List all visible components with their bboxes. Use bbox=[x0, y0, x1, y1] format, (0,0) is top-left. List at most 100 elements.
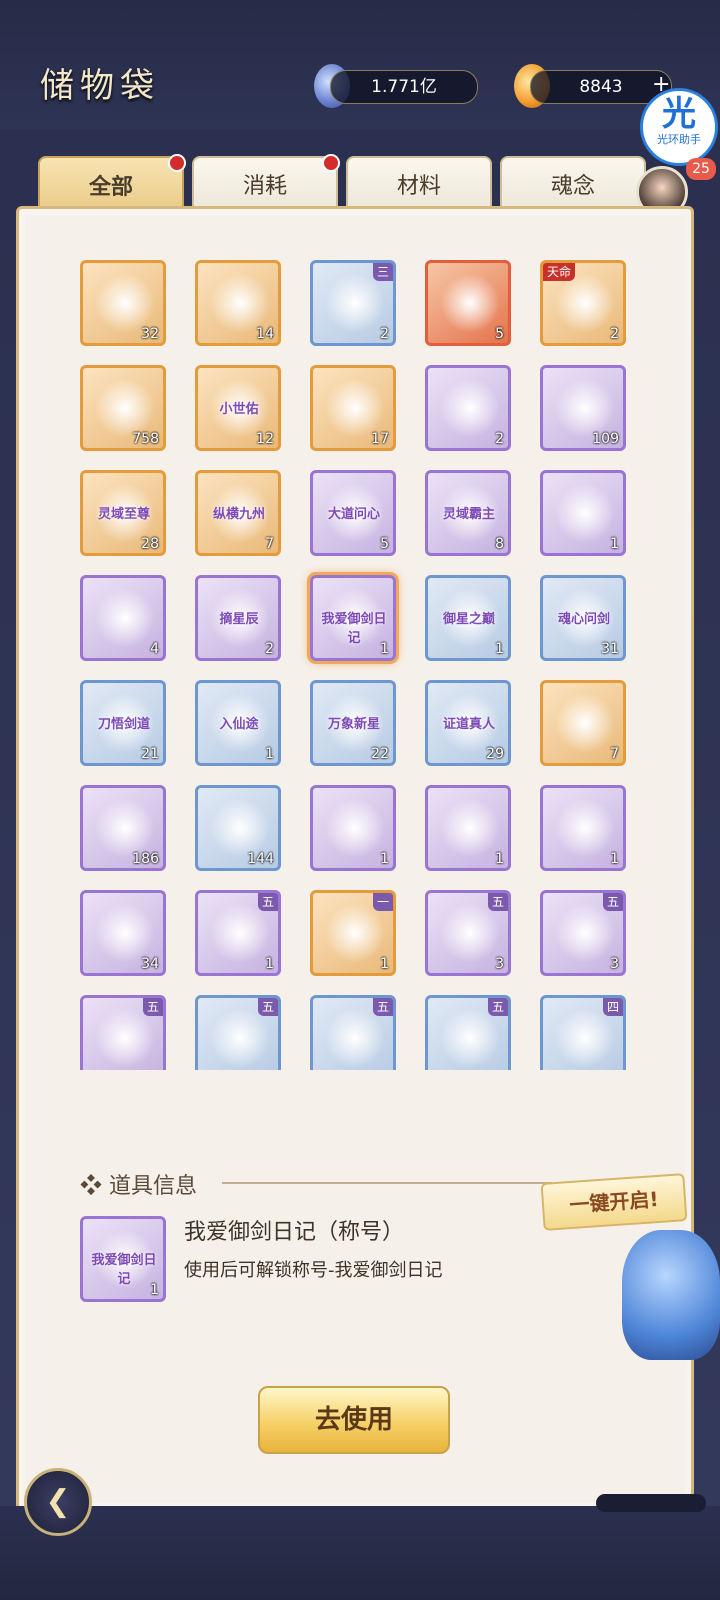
mascot-pet-icon[interactable] bbox=[622, 1230, 720, 1360]
inventory-item[interactable]: 186 bbox=[80, 785, 166, 871]
item-count: 1 bbox=[610, 536, 619, 552]
item-banner: 魂心问剑 bbox=[557, 612, 610, 627]
item-count: 2 bbox=[380, 326, 389, 342]
inventory-item[interactable]: 五 bbox=[80, 995, 166, 1070]
inventory-item[interactable]: 五 bbox=[425, 995, 511, 1070]
inventory-item[interactable]: 14 bbox=[195, 260, 281, 346]
inventory-item[interactable]: 1 bbox=[425, 785, 511, 871]
back-arrow-icon[interactable]: ❮ bbox=[24, 1468, 92, 1536]
inventory-item[interactable]: 五 bbox=[195, 995, 281, 1070]
item-banner: 摘星辰 bbox=[219, 612, 259, 627]
inventory-item[interactable]: 我爱御剑日记 1 bbox=[310, 575, 396, 661]
item-count: 31 bbox=[601, 641, 619, 657]
item-count: 758 bbox=[132, 431, 159, 447]
inventory-item[interactable]: 五3 bbox=[540, 890, 626, 976]
item-banner: 证道真人 bbox=[442, 717, 495, 732]
inventory-item[interactable]: 32 bbox=[80, 260, 166, 346]
item-count: 5 bbox=[380, 536, 389, 552]
item-name: 我爱御剑日记（称号） bbox=[184, 1220, 405, 1245]
red-dot-icon bbox=[168, 154, 186, 172]
item-count: 34 bbox=[141, 956, 159, 972]
item-banner: 我爱御剑日记 bbox=[91, 1253, 157, 1287]
item-count: 1 bbox=[380, 641, 389, 657]
inventory-item[interactable]: 1 bbox=[540, 785, 626, 871]
assistant-label: 光环助手 bbox=[657, 133, 701, 146]
item-symbol-icon bbox=[555, 693, 615, 753]
inventory-item[interactable]: 纵横九州 7 bbox=[195, 470, 281, 556]
inventory-item[interactable]: 入仙途 1 bbox=[195, 680, 281, 766]
item-banner: 小世佑 bbox=[219, 402, 259, 417]
item-tier-badge: 五 bbox=[488, 893, 508, 911]
item-symbol-icon bbox=[555, 483, 615, 543]
item-symbol-icon bbox=[95, 273, 155, 333]
inventory-item[interactable]: 证道真人 29 bbox=[425, 680, 511, 766]
item-banner: 御星之巅 bbox=[442, 612, 495, 627]
inventory-item[interactable]: 灵域至尊 28 bbox=[80, 470, 166, 556]
inventory-item[interactable]: 1 bbox=[540, 470, 626, 556]
inventory-item[interactable]: 5 bbox=[425, 260, 511, 346]
item-symbol-icon bbox=[440, 273, 500, 333]
inventory-item[interactable]: 7 bbox=[540, 680, 626, 766]
inventory-item[interactable]: 摘星辰 2 bbox=[195, 575, 281, 661]
item-count: 186 bbox=[132, 851, 159, 867]
item-count: 1 bbox=[150, 1282, 159, 1298]
inventory-item[interactable]: 三2 bbox=[310, 260, 396, 346]
item-count: 32 bbox=[141, 326, 159, 342]
item-grid: 32 14 三 2 5 天命 2 758 小世佑 12 17 2 109 灵域至尊 28 纵横九州 7 大道问心 5… bbox=[80, 260, 640, 1070]
item-symbol-icon bbox=[440, 903, 500, 963]
item-count: 14 bbox=[256, 326, 274, 342]
item-banner: 我爱御剑日记 bbox=[321, 612, 387, 646]
inventory-item[interactable]: 大道问心 5 bbox=[310, 470, 396, 556]
inventory-item[interactable]: 四 bbox=[540, 995, 626, 1070]
item-count: 1 bbox=[380, 956, 389, 972]
item-symbol-icon bbox=[210, 798, 270, 858]
inventory-item[interactable]: 刀悟剑道 21 bbox=[80, 680, 166, 766]
item-symbol-icon bbox=[440, 378, 500, 438]
tab-soul-label: 魂念 bbox=[550, 174, 595, 199]
item-count: 28 bbox=[141, 536, 159, 552]
item-symbol-icon bbox=[325, 798, 385, 858]
item-count: 12 bbox=[256, 431, 274, 447]
inventory-item[interactable]: 灵域霸主 8 bbox=[425, 470, 511, 556]
inventory-item[interactable]: 17 bbox=[310, 365, 396, 451]
inventory-item[interactable]: 御星之巅 1 bbox=[425, 575, 511, 661]
inventory-item[interactable]: 4 bbox=[80, 575, 166, 661]
inventory-item[interactable]: 758 bbox=[80, 365, 166, 451]
item-banner: 灵域至尊 bbox=[97, 507, 150, 522]
item-count: 7 bbox=[610, 746, 619, 762]
assistant-button[interactable]: 光 光环助手 bbox=[640, 88, 718, 166]
item-count: 2 bbox=[495, 431, 504, 447]
item-symbol-icon bbox=[95, 798, 155, 858]
currency-spirit-stone: 1.771亿 bbox=[330, 70, 478, 104]
item-count: 144 bbox=[247, 851, 274, 867]
inventory-item[interactable]: 五3 bbox=[425, 890, 511, 976]
inventory-item[interactable]: 天命 2 bbox=[540, 260, 626, 346]
inventory-item[interactable]: 1 bbox=[310, 785, 396, 871]
inventory-item[interactable]: 一1 bbox=[310, 890, 396, 976]
red-dot-icon bbox=[322, 154, 340, 172]
inventory-item[interactable]: 109 bbox=[540, 365, 626, 451]
item-symbol-icon bbox=[95, 588, 155, 648]
inventory-item[interactable]: 2 bbox=[425, 365, 511, 451]
item-symbol-icon bbox=[325, 1008, 385, 1068]
use-button[interactable]: 去使用 bbox=[258, 1386, 450, 1454]
inventory-item[interactable]: 小世佑 12 bbox=[195, 365, 281, 451]
item-symbol-icon bbox=[95, 378, 155, 438]
item-count: 5 bbox=[495, 326, 504, 342]
item-banner: 万象新星 bbox=[327, 717, 380, 732]
item-tier-badge: 一 bbox=[373, 893, 393, 911]
item-tier-badge: 五 bbox=[488, 998, 508, 1016]
inventory-item[interactable]: 五 bbox=[310, 995, 396, 1070]
inventory-item[interactable]: 五1 bbox=[195, 890, 281, 976]
item-count: 1 bbox=[610, 851, 619, 867]
inventory-item[interactable]: 魂心问剑 31 bbox=[540, 575, 626, 661]
item-banner: 纵横九州 bbox=[212, 507, 265, 522]
one-key-open-button[interactable]: 一键开启! bbox=[540, 1173, 688, 1231]
inventory-item[interactable]: 万象新星 22 bbox=[310, 680, 396, 766]
item-symbol-icon bbox=[555, 378, 615, 438]
inventory-item[interactable]: 34 bbox=[80, 890, 166, 976]
item-tag: 天命 bbox=[543, 263, 575, 281]
item-count: 22 bbox=[371, 746, 389, 762]
inventory-item[interactable]: 144 bbox=[195, 785, 281, 871]
item-symbol-icon bbox=[555, 798, 615, 858]
